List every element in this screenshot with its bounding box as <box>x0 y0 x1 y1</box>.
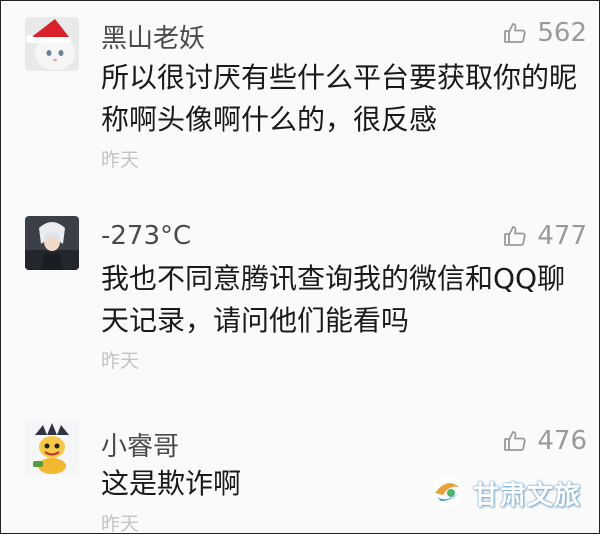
watermark: 甘肃文旅 <box>429 473 581 513</box>
like-button[interactable]: 476 <box>503 426 587 456</box>
username[interactable]: 小睿哥 <box>101 426 179 463</box>
comment-text: 我也不同意腾讯查询我的微信和QQ聊天记录，请问他们能看吗 <box>101 262 566 337</box>
like-count: 476 <box>537 426 587 456</box>
like-count: 477 <box>537 221 587 251</box>
comment-item: 黑山老妖 562 所以很讨厌有些什么平台要获取你的昵称啊头像啊什么的，很反感 昨… <box>1 1 599 181</box>
comment-list: 黑山老妖 562 所以很讨厌有些什么平台要获取你的昵称啊头像啊什么的，很反感 昨… <box>0 0 600 534</box>
user-avatar[interactable] <box>25 216 79 270</box>
like-button[interactable]: 477 <box>503 221 587 251</box>
comment-time: 昨天 <box>101 350 140 372</box>
comment-time: 昨天 <box>101 513 140 534</box>
user-avatar[interactable] <box>25 421 79 475</box>
thumbs-up-icon <box>503 21 527 45</box>
like-count: 562 <box>537 18 587 48</box>
username[interactable]: -273°C <box>101 221 191 251</box>
username[interactable]: 黑山老妖 <box>101 18 205 55</box>
user-avatar[interactable] <box>25 17 79 71</box>
like-button[interactable]: 562 <box>503 18 587 48</box>
comment-time: 昨天 <box>101 149 140 171</box>
watermark-text: 甘肃文旅 <box>472 480 581 511</box>
thumbs-up-icon <box>503 429 527 453</box>
gansu-tourism-logo-icon <box>429 473 465 513</box>
comment-text: 所以很讨厌有些什么平台要获取你的昵称啊头像啊什么的，很反感 <box>101 61 578 136</box>
comment-item: -273°C 477 我也不同意腾讯查询我的微信和QQ聊天记录，请问他们能看吗 … <box>1 206 599 386</box>
thumbs-up-icon <box>503 224 527 248</box>
